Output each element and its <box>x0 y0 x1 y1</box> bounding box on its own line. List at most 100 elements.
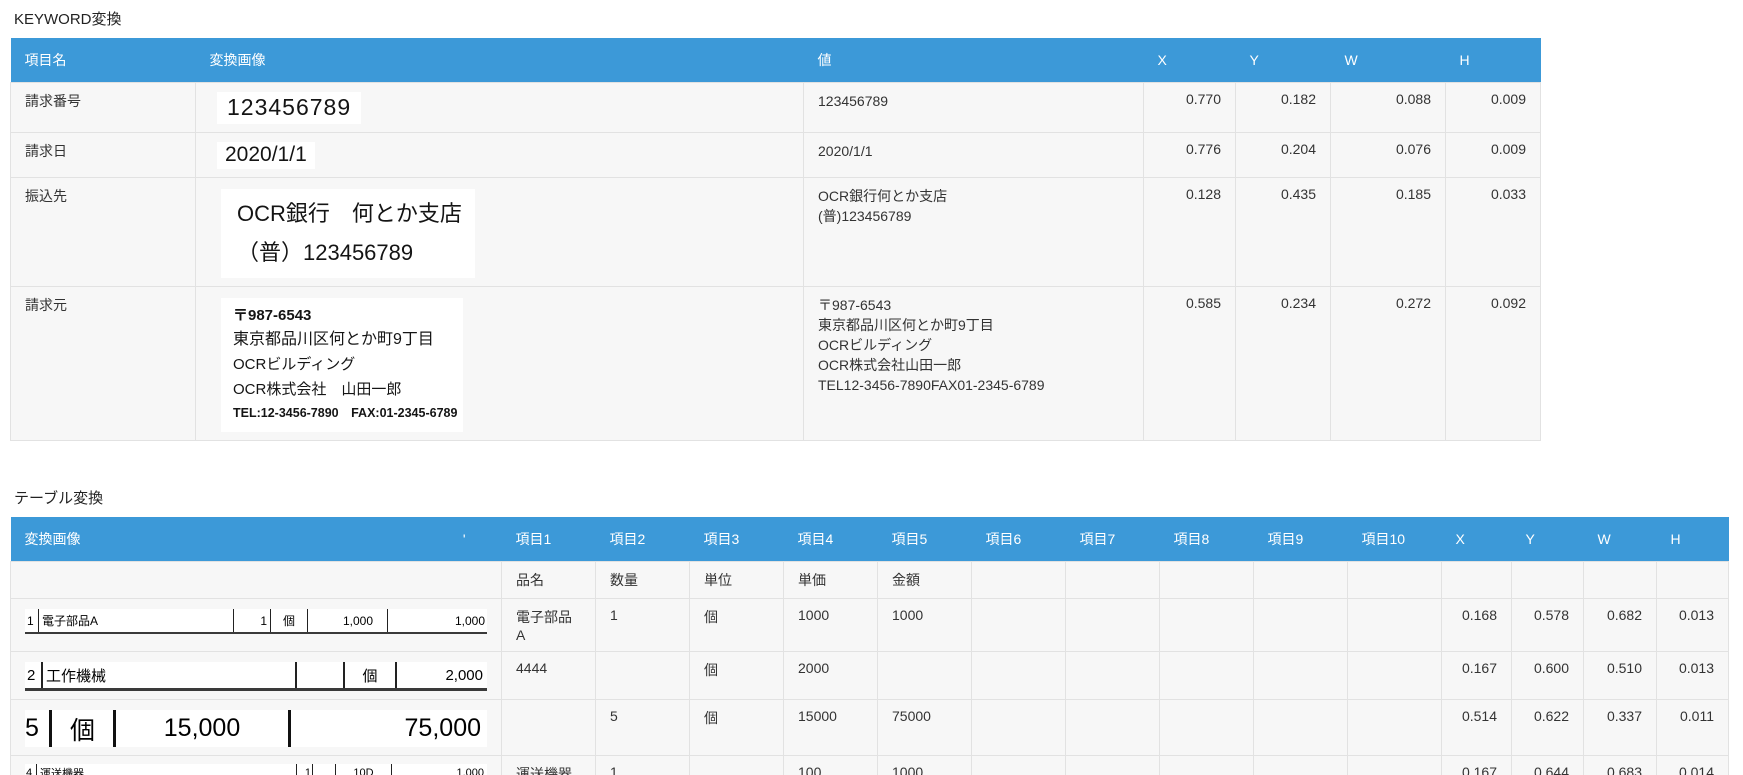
scanned-sender-address-image: 〒987-6543 東京都品川区何とか町9丁目 OCRビルディング OCR株式会… <box>221 298 463 432</box>
table-row: 2 工作機械 個 2,000 4444 個 2000 0.167 <box>11 652 1729 700</box>
x-cell: 0.776 <box>1144 133 1236 178</box>
item-cell <box>1348 700 1442 756</box>
h-cell: 0.009 <box>1446 133 1541 178</box>
y-cell: 0.204 <box>1236 133 1331 178</box>
item-cell <box>972 652 1066 700</box>
col-header-item1: 項目1 <box>502 517 596 562</box>
table-conversion-table: 変換画像 ' 項目1 項目2 項目3 項目4 項目5 項目6 項目7 項目8 項… <box>10 517 1729 775</box>
item-cell <box>972 700 1066 756</box>
h-cell: 0.011 <box>1657 700 1729 756</box>
item-cell: 運送機器 <box>502 756 596 775</box>
item-cell: 15000 <box>784 700 878 756</box>
item-cell <box>1066 599 1160 652</box>
item-cell: 4444 <box>502 652 596 700</box>
item-cell: 1 <box>596 599 690 652</box>
col-header-item6: 項目6 <box>972 517 1066 562</box>
x-cell: 0.514 <box>1442 700 1512 756</box>
col-header-item5: 項目5 <box>878 517 972 562</box>
col-header-x: X <box>1144 38 1236 83</box>
w-cell: 0.683 <box>1584 756 1657 775</box>
item-cell <box>1348 652 1442 700</box>
col-header-w: W <box>1584 517 1657 562</box>
item-cell: 100 <box>784 756 878 775</box>
item-cell: 1 <box>596 756 690 775</box>
subheader-cell <box>1066 562 1160 599</box>
value-cell: OCR銀行何とか支店 (普)123456789 <box>804 178 1144 287</box>
item-cell <box>1254 599 1348 652</box>
item-cell: 個 <box>690 652 784 700</box>
item-cell <box>972 599 1066 652</box>
h-cell <box>1657 562 1729 599</box>
subheader-cell: 金額 <box>878 562 972 599</box>
item-cell <box>1254 756 1348 775</box>
x-cell: 0.128 <box>1144 178 1236 287</box>
x-cell <box>1442 562 1512 599</box>
table-row: 1 電子部品A 1 個 1,000 1,000 電子部品A 1 個 1000 1… <box>11 599 1729 652</box>
keyword-section-title: KEYWORD変換 <box>14 8 1743 29</box>
subheader-cell <box>1254 562 1348 599</box>
x-cell: 0.167 <box>1442 756 1512 775</box>
subheader-cell <box>972 562 1066 599</box>
h-cell: 0.013 <box>1657 652 1729 700</box>
item-name-cell: 請求番号 <box>11 83 196 133</box>
item-cell: 2000 <box>784 652 878 700</box>
item-cell <box>596 652 690 700</box>
scanned-bank-account-image: OCR銀行 何とか支店 （普）123456789 <box>221 189 475 278</box>
scanned-table-row-image: 2 工作機械 個 2,000 <box>25 662 487 691</box>
converted-image-cell: OCR銀行 何とか支店 （普）123456789 <box>196 178 804 287</box>
value-cell: 123456789 <box>804 83 1144 133</box>
ocr-results-page: KEYWORD変換 項目名 変換画像 値 X Y W H 請求番号 123456… <box>0 0 1743 775</box>
item-cell <box>690 756 784 775</box>
h-cell: 0.014 <box>1657 756 1729 775</box>
h-cell: 0.092 <box>1446 287 1541 441</box>
converted-image-cell: 2 工作機械 個 2,000 <box>11 652 502 700</box>
subheader-cell <box>1160 562 1254 599</box>
subheader-cell <box>1348 562 1442 599</box>
col-header-y: Y <box>1512 517 1584 562</box>
w-cell <box>1584 562 1657 599</box>
col-header-item7: 項目7 <box>1066 517 1160 562</box>
item-cell <box>1066 700 1160 756</box>
item-cell <box>1254 652 1348 700</box>
converted-image-cell: 4 運送機器 1 10D 1,000 <box>11 756 502 775</box>
scanned-table-row-image: 1 電子部品A 1 個 1,000 1,000 <box>25 609 487 634</box>
col-header-w: W <box>1331 38 1446 83</box>
x-cell: 0.585 <box>1144 287 1236 441</box>
col-header-item8: 項目8 <box>1160 517 1254 562</box>
item-cell: 75000 <box>878 700 972 756</box>
table-row: 請求日 2020/1/1 2020/1/1 0.776 0.204 0.076 … <box>11 133 1541 178</box>
value-cell: 〒987-6543 東京都品川区何とか町9丁目 OCRビルディング OCR株式会… <box>804 287 1144 441</box>
w-cell: 0.272 <box>1331 287 1446 441</box>
w-cell: 0.337 <box>1584 700 1657 756</box>
w-cell: 0.510 <box>1584 652 1657 700</box>
converted-image-cell: 〒987-6543 東京都品川区何とか町9丁目 OCRビルディング OCR株式会… <box>196 287 804 441</box>
col-header-item3: 項目3 <box>690 517 784 562</box>
y-cell: 0.234 <box>1236 287 1331 441</box>
table-row: 請求番号 123456789 123456789 0.770 0.182 0.0… <box>11 83 1541 133</box>
col-header-converted-image: 変換画像 ' <box>11 517 502 562</box>
h-cell: 0.033 <box>1446 178 1541 287</box>
col-header-value: 値 <box>804 38 1144 83</box>
item-cell: 電子部品A <box>502 599 596 652</box>
table-row: 請求元 〒987-6543 東京都品川区何とか町9丁目 OCRビルディング OC… <box>11 287 1541 441</box>
converted-image-cell: 1 電子部品A 1 個 1,000 1,000 <box>11 599 502 652</box>
col-header-item10: 項目10 <box>1348 517 1442 562</box>
w-cell: 0.088 <box>1331 83 1446 133</box>
item-cell: 1000 <box>784 599 878 652</box>
h-cell: 0.009 <box>1446 83 1541 133</box>
subheader-row: 品名 数量 単位 単価 金額 <box>11 562 1729 599</box>
x-cell: 0.167 <box>1442 652 1512 700</box>
scanned-table-row-image: 4 運送機器 1 10D 1,000 <box>25 764 487 775</box>
scanned-table-row-image: 5 個 15,000 75,000 <box>25 710 487 747</box>
item-cell <box>1160 652 1254 700</box>
keyword-table: 項目名 変換画像 値 X Y W H 請求番号 123456789 123456… <box>10 38 1541 441</box>
y-cell: 0.644 <box>1512 756 1584 775</box>
table-row: 4 運送機器 1 10D 1,000 運送機器 1 100 1000 <box>11 756 1729 775</box>
scanned-invoice-number-image: 123456789 <box>217 92 361 124</box>
converted-image-cell: 2020/1/1 <box>196 133 804 178</box>
quote-mark: ' <box>463 531 488 547</box>
subheader-cell: 数量 <box>596 562 690 599</box>
table-row: 5 個 15,000 75,000 5 個 15000 75000 0.514 … <box>11 700 1729 756</box>
item-cell: 個 <box>690 599 784 652</box>
col-header-item4: 項目4 <box>784 517 878 562</box>
